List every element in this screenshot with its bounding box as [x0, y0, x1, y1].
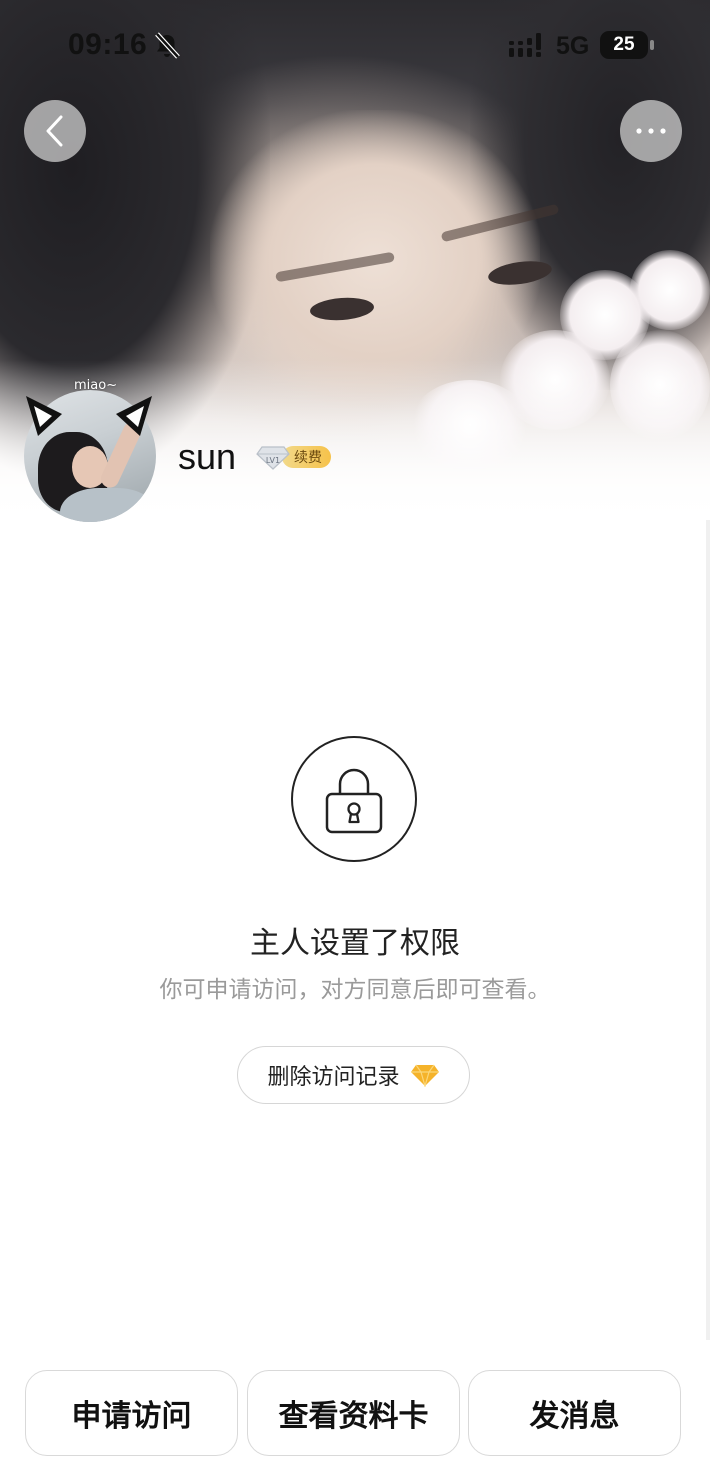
view-profile-card-button[interactable]: 查看资料卡: [247, 1370, 460, 1456]
username: sun: [178, 436, 237, 477]
status-time: 09:16: [68, 28, 148, 61]
vip-level: LV1: [266, 456, 280, 465]
battery-nub: [650, 40, 654, 50]
vip-gem-icon: LV1: [256, 446, 290, 470]
cat-ear-icon: [26, 396, 62, 436]
cover-blossom: [630, 250, 710, 330]
ellipsis-icon: [636, 128, 666, 134]
locked-title: 主人设置了权限: [250, 927, 460, 960]
status-bar: 09:16 5G 25: [0, 0, 710, 92]
vip-badge[interactable]: LV1 续费: [256, 443, 331, 471]
back-button[interactable]: [24, 100, 86, 162]
scroll-indicator: [706, 520, 710, 1340]
diamond-icon: [410, 1064, 439, 1087]
avatar-caption: miao~: [74, 378, 118, 393]
apply-access-button[interactable]: 申请访问: [25, 1370, 238, 1456]
chevron-left-icon: [46, 115, 63, 147]
lock-icon: [325, 768, 383, 834]
more-button[interactable]: [620, 100, 682, 162]
battery-indicator: 25: [600, 31, 648, 59]
signal-icon: [509, 33, 541, 57]
locked-description: 你可申请访问，对方同意后即可查看。: [159, 976, 551, 1002]
delete-visit-record-button[interactable]: 删除访问记录: [237, 1046, 470, 1104]
network-type: 5G: [556, 32, 590, 60]
delete-visit-record-label: 删除访问记录: [267, 1064, 400, 1089]
bell-off-icon: [155, 32, 180, 59]
send-message-button[interactable]: 发消息: [468, 1370, 681, 1456]
cat-ear-icon: [116, 396, 152, 436]
lock-badge: [291, 736, 417, 862]
